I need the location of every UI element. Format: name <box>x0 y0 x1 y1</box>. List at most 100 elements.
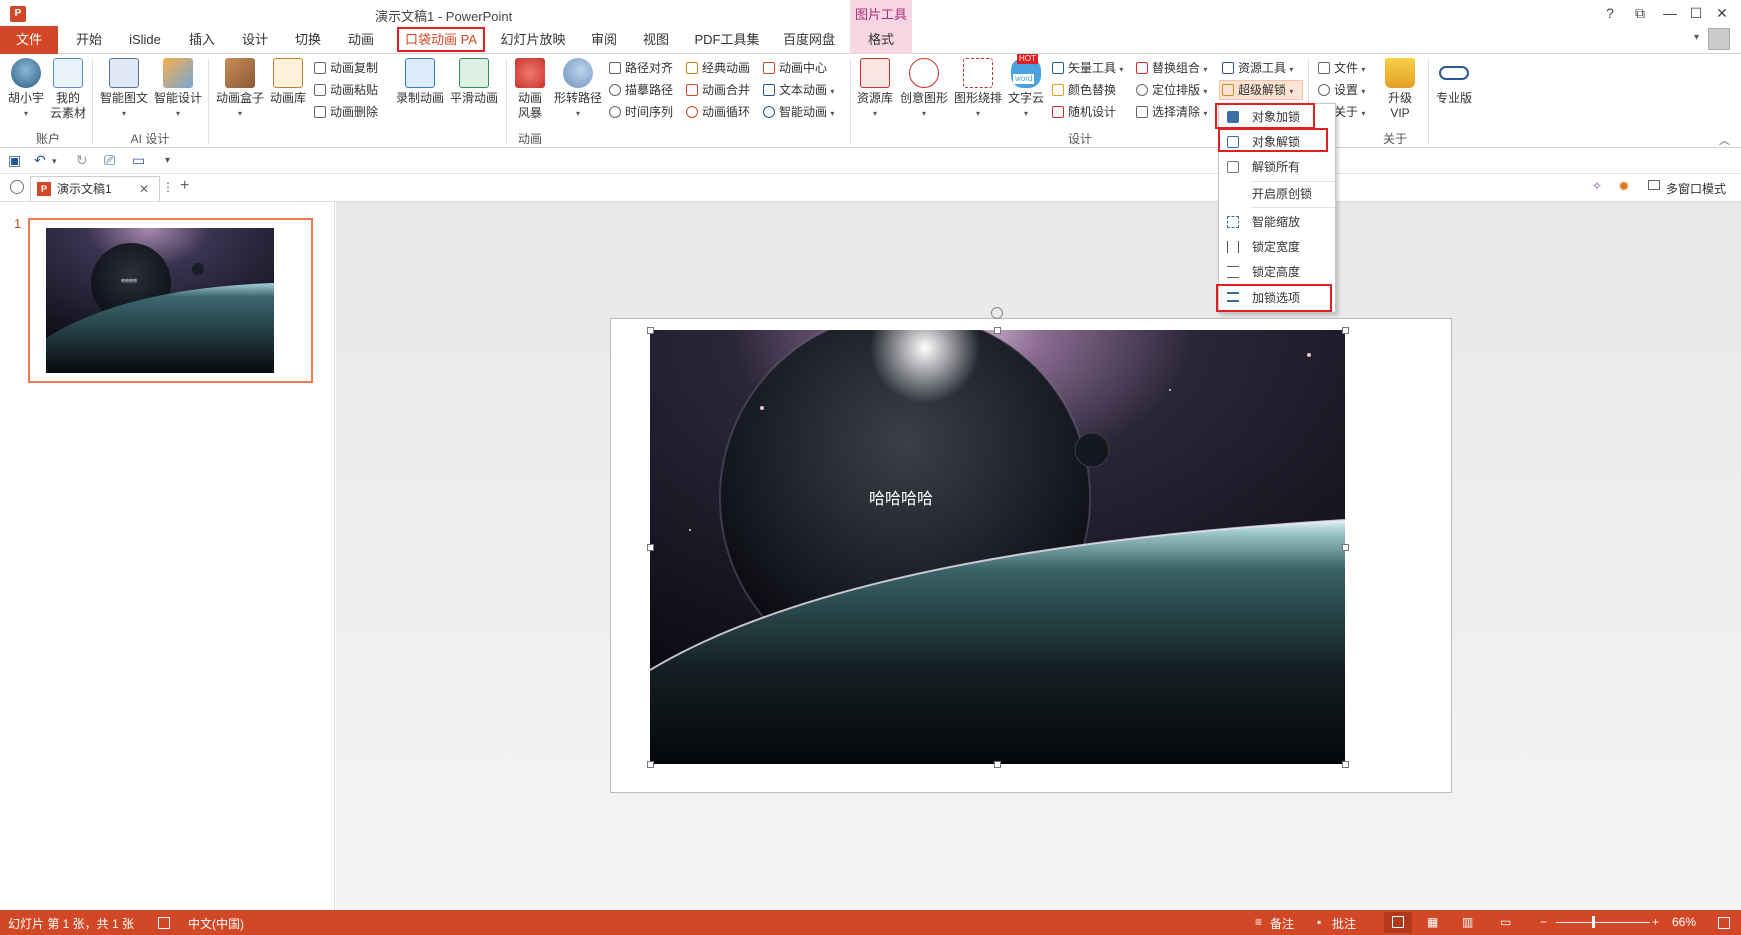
resize-handle[interactable] <box>1342 761 1349 768</box>
super-unlock-button[interactable]: 超级解锁 ▾ <box>1222 80 1293 100</box>
save-icon[interactable]: ▣ <box>8 152 21 169</box>
powerpoint-app-icon[interactable]: P <box>10 6 26 22</box>
animation-box-button[interactable]: 动画盒子 ▾ <box>214 58 266 121</box>
random-design-button[interactable]: 随机设计 <box>1052 102 1116 122</box>
tab-home[interactable]: 开始 <box>66 26 112 54</box>
slideshow-icon[interactable]: ▭ <box>1500 915 1511 929</box>
maximize-button[interactable]: ☐ <box>1686 5 1706 22</box>
smart-animation-button[interactable]: 智能动画 ▾ <box>763 102 834 122</box>
resize-handle[interactable] <box>994 761 1001 768</box>
tab-review[interactable]: 审阅 <box>582 26 626 54</box>
animation-merge-button[interactable]: 动画合并 <box>686 80 750 100</box>
locate-layout-button[interactable]: 定位排版 ▾ <box>1136 80 1207 100</box>
menu-item-lock-width[interactable]: 锁定宽度 <box>1219 235 1335 259</box>
screen-icon[interactable]: ▭ <box>132 152 145 169</box>
rotate-handle-icon[interactable] <box>991 307 1003 319</box>
slide-sorter-icon[interactable]: ▦ <box>1427 915 1438 929</box>
upgrade-vip-button[interactable]: 升级 VIP <box>1380 58 1420 121</box>
zoom-level[interactable]: 66% <box>1672 915 1696 929</box>
menu-item-original-lock[interactable]: 开启原创锁 <box>1219 182 1335 206</box>
new-tab-button[interactable]: + <box>180 177 189 195</box>
menu-item-smart-scale[interactable]: 智能缩放 <box>1219 210 1335 234</box>
trace-path-button[interactable]: 描摹路径 <box>609 80 673 100</box>
magic-icon[interactable]: ✧ <box>1592 179 1602 193</box>
close-button[interactable]: ✕ <box>1712 5 1732 22</box>
color-replace-button[interactable]: 颜色替换 <box>1052 80 1116 100</box>
file-menu-button[interactable]: 文件 ▾ <box>1318 58 1365 78</box>
select-clear-button[interactable]: 选择清除 ▾ <box>1136 102 1207 122</box>
comments-icon[interactable]: ▪ <box>1317 915 1321 929</box>
resize-handle[interactable] <box>647 761 654 768</box>
history-icon[interactable] <box>10 180 24 194</box>
notes-icon[interactable]: ≡ <box>1255 915 1262 929</box>
word-cloud-button[interactable]: HOT word 文字云 ▾ <box>1004 54 1048 121</box>
tab-islide[interactable]: iSlide <box>120 26 170 54</box>
zoom-slider-thumb[interactable] <box>1592 916 1595 928</box>
ribbon-display-button[interactable]: ⧉ <box>1630 5 1650 22</box>
tab-more-icon[interactable]: ⋮ <box>162 180 174 194</box>
menu-item-unlock-all[interactable]: 解锁所有 <box>1219 155 1335 179</box>
space-picture[interactable]: 哈哈哈哈 <box>650 330 1345 764</box>
tab-format[interactable]: 格式 <box>850 26 912 54</box>
animation-loop-button[interactable]: 动画循环 <box>686 102 750 122</box>
redo-icon[interactable]: ↻ <box>76 152 88 169</box>
fit-window-icon[interactable] <box>1718 917 1730 929</box>
about-button[interactable]: 关于 ▾ <box>1334 102 1365 122</box>
tab-pdf-tools[interactable]: PDF工具集 <box>690 26 764 54</box>
cloud-assets-button[interactable]: 我的 云素材 <box>48 58 88 121</box>
notes-button[interactable]: 备注 <box>1270 915 1294 932</box>
settings-button[interactable]: 设置 ▾ <box>1318 80 1365 100</box>
tab-file[interactable]: 文件 <box>0 26 58 54</box>
timeline-button[interactable]: 时间序列 <box>609 102 673 122</box>
customize-qat-icon[interactable]: ▾ <box>165 155 170 166</box>
undo-icon[interactable]: ↶ <box>34 152 46 169</box>
tab-pocket-animation[interactable]: 口袋动画 PA <box>397 27 485 52</box>
resource-tool-button[interactable]: 资源工具 ▾ <box>1222 58 1293 78</box>
collapse-ribbon-icon[interactable]: ︿ <box>1719 132 1730 148</box>
vector-tool-button[interactable]: 矢量工具 ▾ <box>1052 58 1123 78</box>
tab-design[interactable]: 设计 <box>233 26 277 54</box>
tab-insert[interactable]: 插入 <box>180 26 224 54</box>
path-align-button[interactable]: 路径对齐 <box>609 58 673 78</box>
ribbon-collapse-icon[interactable]: ▾ <box>1694 32 1699 43</box>
replace-group-button[interactable]: 替换组合 ▾ <box>1136 58 1207 78</box>
resize-handle[interactable] <box>994 327 1001 334</box>
minimize-button[interactable]: — <box>1660 5 1680 21</box>
spelling-icon[interactable] <box>158 917 170 929</box>
avatar[interactable] <box>1708 28 1730 50</box>
language-status[interactable]: 中文(中国) <box>188 915 244 932</box>
menu-item-lock-height[interactable]: 锁定高度 <box>1219 260 1335 284</box>
text-animation-button[interactable]: 文本动画 ▾ <box>763 80 834 100</box>
animation-delete-button[interactable]: 动画删除 <box>314 102 378 122</box>
tab-baidu-pan[interactable]: 百度网盘 <box>774 26 844 54</box>
smooth-animation-button[interactable]: 平滑动画 <box>448 58 500 106</box>
zoom-slider[interactable] <box>1556 922 1650 923</box>
animation-library-button[interactable]: 动画库 <box>268 58 308 106</box>
reading-view-icon[interactable]: ▥ <box>1462 915 1473 929</box>
animation-center-button[interactable]: 动画中心 <box>763 58 827 78</box>
pro-version-toggle[interactable]: 专业版 <box>1432 58 1476 106</box>
resize-handle[interactable] <box>1342 544 1349 551</box>
document-tab[interactable]: P 演示文稿1 ✕ <box>30 176 160 201</box>
resize-handle[interactable] <box>647 544 654 551</box>
present-icon[interactable]: ⎚ <box>104 152 115 169</box>
tab-transitions[interactable]: 切换 <box>286 26 330 54</box>
undo-dropdown-icon[interactable]: ▾ <box>52 156 57 167</box>
record-animation-button[interactable]: 录制动画 <box>394 58 446 106</box>
smart-text-button[interactable]: 智能图文 ▾ <box>98 58 150 121</box>
animation-storm-button[interactable]: 动画 风暴 <box>510 58 550 121</box>
smart-design-button[interactable]: 智能设计 ▾ <box>152 58 204 121</box>
zoom-out-button[interactable]: − <box>1540 915 1547 929</box>
animation-paste-button[interactable]: 动画粘贴 <box>314 80 378 100</box>
shape-wrap-button[interactable]: 图形绕排 ▾ <box>952 58 1004 121</box>
help-button[interactable]: ? <box>1600 5 1620 21</box>
user-account-button[interactable]: 胡小宇 ▾ <box>6 58 46 121</box>
creative-shape-button[interactable]: 创意图形 ▾ <box>898 58 950 121</box>
multi-window-button[interactable]: 多窗口模式 <box>1666 180 1726 197</box>
tab-slideshow[interactable]: 幻灯片放映 <box>494 26 572 54</box>
shape-to-path-button[interactable]: 形转路径 ▾ <box>552 58 604 121</box>
resize-handle[interactable] <box>647 327 654 334</box>
gear-icon[interactable]: ✹ <box>1618 178 1630 195</box>
comments-button[interactable]: 批注 <box>1332 915 1356 932</box>
resize-handle[interactable] <box>1342 327 1349 334</box>
